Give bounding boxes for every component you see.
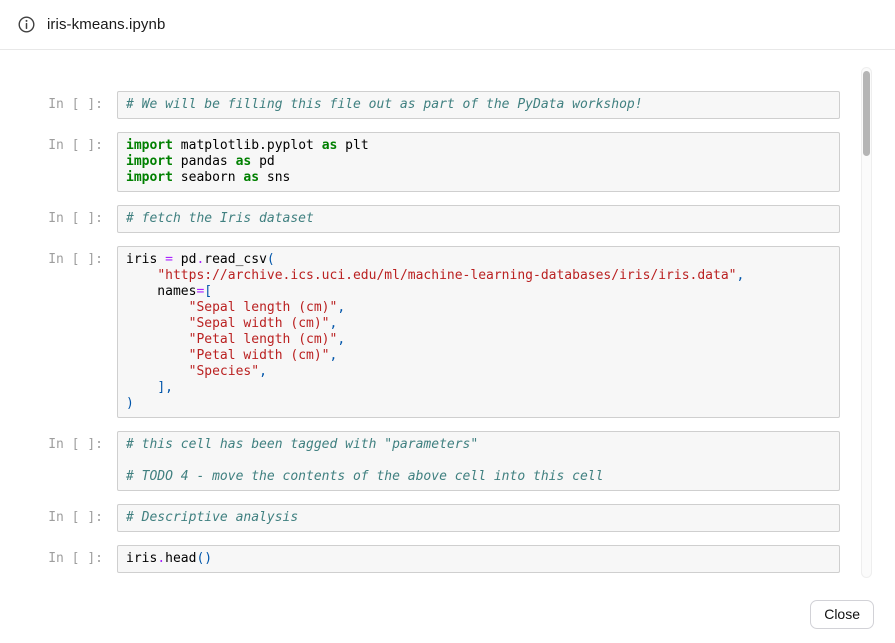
cell-input: # Descriptive analysis xyxy=(117,504,840,532)
cell-input: iris = pd.read_csv( "https://archive.ics… xyxy=(117,246,840,418)
notebook-cell: In [ ]:# We will be filling this file ou… xyxy=(12,91,895,119)
cell-input: iris.head() xyxy=(117,545,840,573)
cell-prompt: In [ ]: xyxy=(12,205,117,227)
notebook-cell: In [ ]:# this cell has been tagged with … xyxy=(12,431,895,491)
cell-input: import matplotlib.pyplot as pltimport pa… xyxy=(117,132,840,192)
cell-prompt: In [ ]: xyxy=(12,91,117,113)
cell-prompt: In [ ]: xyxy=(12,246,117,268)
cell-prompt: In [ ]: xyxy=(12,545,117,567)
modal-footer: Close xyxy=(0,585,895,643)
cell-input: # this cell has been tagged with "parame… xyxy=(117,431,840,491)
notebook-cell: In [ ]:# Descriptive analysis xyxy=(12,504,895,532)
notebook-cell: In [ ]:import matplotlib.pyplot as pltim… xyxy=(12,132,895,192)
scrollbar-thumb[interactable] xyxy=(863,71,870,156)
notebook-cells: In [ ]:# We will be filling this file ou… xyxy=(0,50,895,585)
notebook-cell: In [ ]:iris = pd.read_csv( "https://arch… xyxy=(12,246,895,418)
close-button[interactable]: Close xyxy=(810,600,874,629)
info-icon xyxy=(18,16,35,33)
notebook-cell: In [ ]:# fetch the Iris dataset xyxy=(12,205,895,233)
notebook-cell: In [ ]:iris.head() xyxy=(12,545,895,573)
file-preview-modal: iris-kmeans.ipynb In [ ]:# We will be fi… xyxy=(0,0,895,643)
modal-header: iris-kmeans.ipynb xyxy=(0,0,895,50)
cell-prompt: In [ ]: xyxy=(12,504,117,526)
cell-prompt: In [ ]: xyxy=(12,431,117,453)
cell-input: # fetch the Iris dataset xyxy=(117,205,840,233)
cell-prompt: In [ ]: xyxy=(12,132,117,154)
scrollbar[interactable] xyxy=(861,67,872,578)
cell-input: # We will be filling this file out as pa… xyxy=(117,91,840,119)
notebook-preview[interactable]: In [ ]:# We will be filling this file ou… xyxy=(0,50,895,585)
file-title: iris-kmeans.ipynb xyxy=(47,16,165,33)
